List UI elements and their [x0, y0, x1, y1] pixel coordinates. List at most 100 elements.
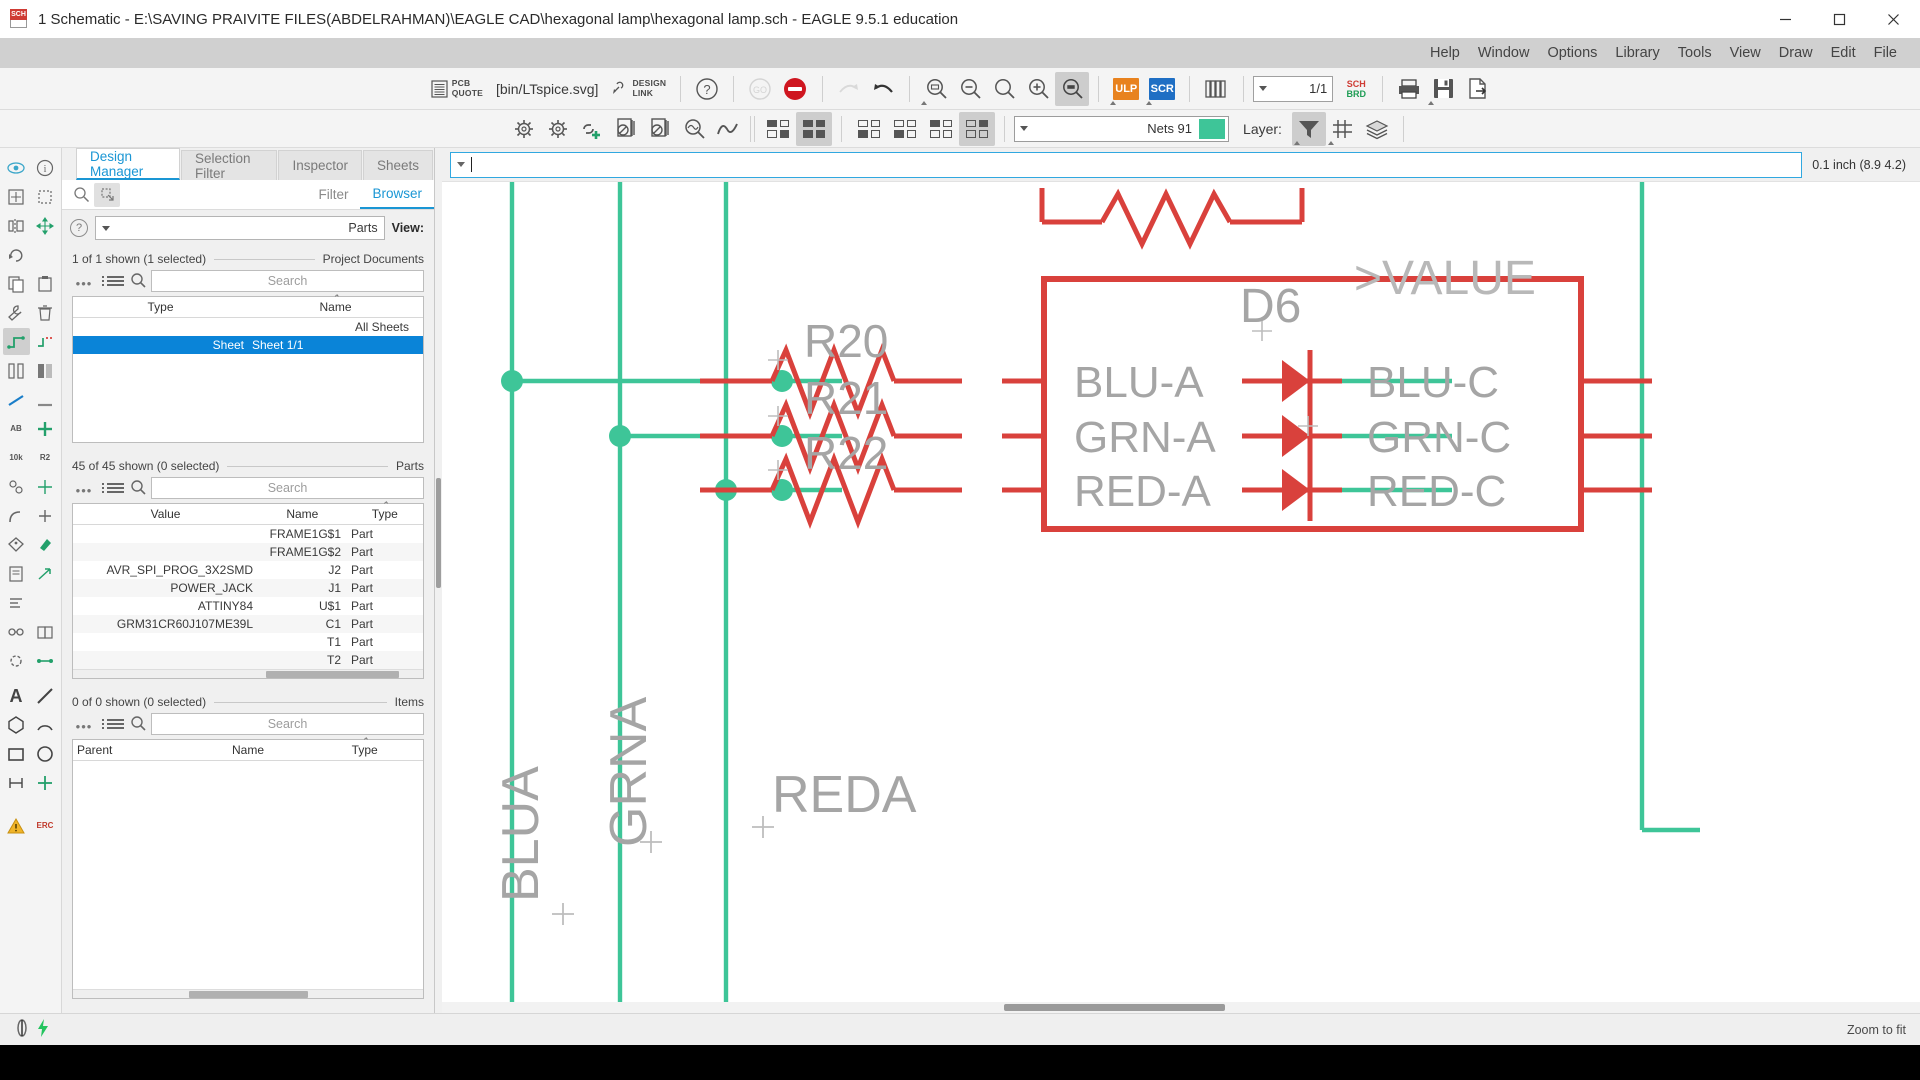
ltspice-button[interactable]: [bin/LTspice.svg] [488, 72, 606, 106]
documents-col-type[interactable]: Type [73, 297, 248, 317]
polygon-tool-icon[interactable] [3, 711, 30, 738]
layers-button[interactable] [1360, 112, 1394, 146]
erc-settings-button[interactable] [541, 112, 575, 146]
zoom-out-button[interactable] [953, 72, 987, 106]
label-icon[interactable]: AB [3, 415, 30, 442]
scr-button[interactable]: SCR [1144, 72, 1180, 106]
save-button[interactable] [1426, 72, 1460, 106]
note-icon[interactable] [3, 560, 30, 587]
menu-item-options[interactable]: Options [1538, 42, 1606, 64]
menu-item-help[interactable]: Help [1421, 42, 1469, 64]
layout-view-6-button[interactable] [959, 111, 996, 146]
items-list-icon[interactable] [102, 714, 124, 734]
route-icon[interactable] [2, 328, 30, 355]
layout-view-4-button[interactable] [887, 112, 923, 146]
ulp-button[interactable]: ULP [1108, 72, 1144, 106]
undo-button[interactable] [866, 72, 900, 106]
command-input[interactable] [450, 151, 1803, 178]
arc-tool-icon[interactable] [32, 711, 59, 738]
connect-icon[interactable] [3, 618, 30, 645]
rotate-icon[interactable] [3, 241, 30, 268]
warning-icon[interactable] [3, 812, 30, 839]
waveform-button[interactable] [711, 112, 745, 146]
sheet-selector[interactable]: 1/1 [1253, 75, 1334, 102]
spice-model-button[interactable] [643, 112, 677, 146]
wrench-icon[interactable] [3, 299, 30, 326]
table-row[interactable]: AVR_SPI_PROG_3X2SMD J2 Part [73, 561, 423, 579]
copy-icon[interactable] [3, 270, 30, 297]
print-button[interactable] [1392, 72, 1426, 106]
library-button[interactable] [1199, 72, 1234, 106]
mirror-icon[interactable] [3, 212, 30, 239]
parts-search-input[interactable] [151, 477, 424, 499]
info-eye-icon[interactable] [3, 154, 30, 181]
items-col-name[interactable]: Name [190, 740, 307, 760]
maximize-button[interactable] [1812, 0, 1866, 38]
table-row[interactable]: FRAME1G$2 Part [73, 543, 423, 561]
layout-view-2-button[interactable] [796, 111, 833, 146]
grid-button[interactable] [1326, 112, 1360, 146]
move-tool-icon[interactable] [32, 212, 59, 239]
paint-icon[interactable] [32, 531, 59, 558]
select-icon[interactable] [32, 183, 59, 210]
disable-spice-probe-button[interactable] [609, 112, 643, 146]
net-color-swatch[interactable] [1199, 118, 1226, 139]
subtab-filter[interactable]: Filter [306, 180, 360, 209]
spare-icon[interactable] [32, 589, 59, 616]
pcb-quote-button[interactable]: PCB QUOTE [426, 72, 488, 106]
line-tool-icon[interactable] [32, 682, 59, 709]
subtab-browser[interactable]: Browser [360, 180, 434, 209]
dimension-tool-icon[interactable] [3, 769, 30, 796]
menu-item-edit[interactable]: Edit [1822, 42, 1865, 64]
spin-icon[interactable] [3, 647, 30, 674]
align-icon[interactable] [3, 589, 30, 616]
documents-list-icon[interactable] [102, 271, 124, 291]
select-mode-icon[interactable] [94, 182, 120, 207]
resistor-name-icon[interactable]: R2 [32, 444, 59, 471]
documents-more-icon[interactable]: ••• [72, 271, 96, 291]
spread-icon[interactable] [32, 473, 59, 500]
parts-list-icon[interactable] [102, 478, 124, 498]
minimize-button[interactable] [1758, 0, 1812, 38]
schematic-canvas[interactable]: R20 R21 R22 BLU-A GRN-A RED-A BLU-C GRN-… [442, 181, 1920, 1002]
wire-blue-icon[interactable] [3, 386, 30, 413]
menu-item-window[interactable]: Window [1469, 42, 1539, 64]
ripup-icon[interactable] [32, 328, 59, 355]
documents-col-name[interactable]: ⌃ Name [248, 293, 423, 317]
menu-item-view[interactable]: View [1721, 42, 1770, 64]
drc-settings-button[interactable] [507, 112, 541, 146]
delete-icon[interactable] [32, 299, 59, 326]
zoom-redraw-button[interactable] [987, 72, 1021, 106]
smash-icon[interactable] [3, 473, 30, 500]
menu-item-draw[interactable]: Draw [1770, 42, 1822, 64]
items-col-type[interactable]: ⌃ Type [306, 736, 423, 760]
items-search-input[interactable] [151, 713, 424, 735]
layer-filter-button[interactable] [1291, 111, 1326, 146]
tab-design-manager[interactable]: Design Manager [76, 148, 180, 180]
view-filter-combo[interactable]: Parts [95, 216, 385, 240]
distribute-icon[interactable] [32, 647, 59, 674]
arrow-icon[interactable] [32, 560, 59, 587]
bus-icon[interactable] [32, 357, 59, 384]
switch-sch-brd-button[interactable]: SCH BRD [1339, 72, 1373, 106]
zoom-in-button[interactable] [1021, 72, 1055, 106]
text-tool-icon[interactable]: A [3, 682, 30, 709]
table-row[interactable]: Sheet Sheet 1/1 [73, 336, 423, 354]
clone-icon[interactable] [32, 618, 59, 645]
tag-icon[interactable] [3, 531, 30, 558]
table-row[interactable]: T2 Part [73, 651, 423, 669]
zoom-selection-button[interactable] [1055, 71, 1090, 106]
erc-button[interactable]: ERC [32, 812, 59, 839]
zoom-fit-button[interactable] [919, 72, 953, 106]
zoom-to-selection-icon[interactable] [68, 183, 94, 207]
miter-icon[interactable] [3, 502, 30, 529]
export-button[interactable] [1460, 72, 1494, 106]
parts-more-icon[interactable]: ••• [72, 478, 96, 498]
layout-view-1-button[interactable] [760, 112, 796, 146]
menu-item-library[interactable]: Library [1606, 42, 1668, 64]
table-row[interactable]: FRAME1G$1 Part [73, 525, 423, 543]
stop-button[interactable] [777, 72, 813, 106]
help-button[interactable]: ? [690, 72, 724, 106]
design-link-button[interactable]: DESIGN LINK [606, 72, 671, 106]
parts-hscrollbar[interactable] [73, 669, 423, 678]
